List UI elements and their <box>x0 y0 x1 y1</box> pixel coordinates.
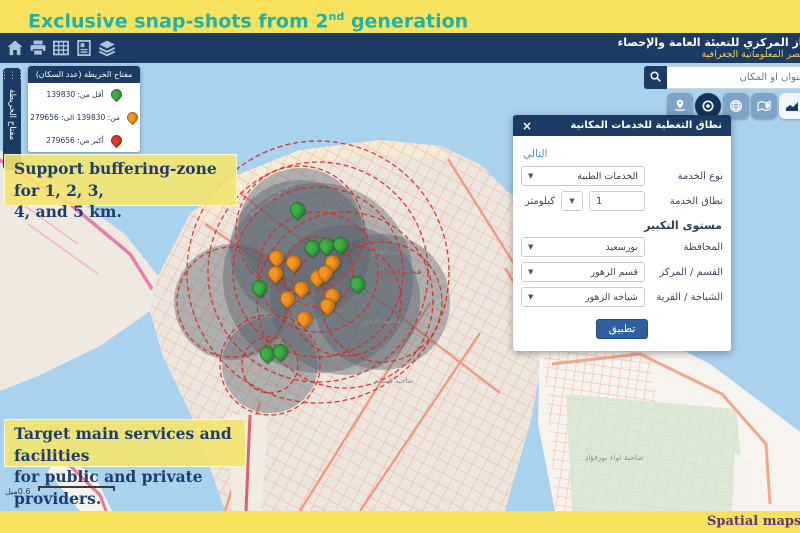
legend-panel: مفتاح الخريطة (عدد السكان) أقل من: 13983… <box>28 66 140 152</box>
statistics-chart-button[interactable] <box>779 93 800 119</box>
service-type-select[interactable]: الخدمات الطبية ▼ <box>521 166 645 186</box>
village-row: الشياخة / القرية شياخه الزهور ▼ <box>521 287 723 307</box>
village-value: شياخه الزهور <box>585 292 638 303</box>
service-type-row: نوع الخدمة الخدمات الطبية ▼ <box>521 166 723 186</box>
apply-button[interactable]: تطبيق <box>596 319 649 339</box>
legend-pin-icon <box>125 110 141 126</box>
legend-pin-icon <box>108 87 124 103</box>
search-bar <box>644 66 800 89</box>
service-range-row: نطاق الخدمة ▼ كيلومتر <box>521 191 723 211</box>
governorate-value: بورسعيد <box>605 242 638 253</box>
home-icon[interactable] <box>6 39 24 57</box>
coverage-dialog: نطاق التغطية للخدمات المكانية × التالي ن… <box>513 115 731 351</box>
district-select[interactable]: قسم الزهور ▼ <box>521 262 645 282</box>
zoom-level-section-label: مستوى التكبير <box>522 219 722 232</box>
district-label: القسم / المركز <box>651 267 723 278</box>
legend-side-tab-label: مفتاح الخريطة <box>7 89 17 140</box>
service-range-input[interactable] <box>589 191 645 211</box>
search-input[interactable] <box>667 66 800 89</box>
printer-icon[interactable] <box>29 39 47 57</box>
district-row: القسم / المركز قسم الزهور ▼ <box>521 262 723 282</box>
annotation-target: Target main services and facilities for … <box>4 419 246 467</box>
locate-on-map-button[interactable] <box>751 93 777 119</box>
service-type-value: الخدمات الطبية <box>577 171 638 182</box>
portal-name: بوابة مصر المعلوماتية الجغرافية <box>618 49 800 61</box>
annotation-buffering: Support buffering-zone for 1, 2, 3, 4, a… <box>4 154 237 206</box>
dialog-title: نطاق التغطية للخدمات المكانية <box>570 120 722 131</box>
agency-name: الجهاز المركزي للتعبئة العامة والإحصاء <box>618 36 800 49</box>
app-header: الجهاز المركزي للتعبئة العامة والإحصاء ب… <box>0 33 800 63</box>
banner-title-main: Exclusive snap-shots from 2 <box>28 10 329 32</box>
district-value: قسم الزهور <box>590 267 638 278</box>
agency-title: الجهاز المركزي للتعبئة العامة والإحصاء ب… <box>618 36 800 61</box>
drag-handle-icon: ⋮⋮⋮ <box>0 71 24 81</box>
search-button[interactable] <box>644 66 667 89</box>
top-banner: Exclusive snap-shots from 2nd generation <box>0 0 800 33</box>
legend-pin-icon <box>109 133 125 149</box>
chevron-down-icon: ▼ <box>528 172 533 180</box>
governorate-label: المحافظة <box>651 242 723 253</box>
service-range-stepper[interactable]: ▼ <box>561 191 583 211</box>
layers-icon[interactable] <box>98 39 116 57</box>
bottom-bar: Spatial maps of census 2017 <box>0 511 800 533</box>
village-select[interactable]: شياخه الزهور ▼ <box>521 287 645 307</box>
search-icon <box>649 68 662 87</box>
table-icon[interactable] <box>52 39 70 57</box>
chevron-down-icon: ▼ <box>528 293 533 301</box>
legend-title: مفتاح الخريطة (عدد السكان) <box>28 66 140 83</box>
legend-item: أكبر من: 279656 <box>28 129 140 152</box>
dialog-header: نطاق التغطية للخدمات المكانية × <box>513 115 731 136</box>
chevron-down-icon: ▼ <box>528 243 533 251</box>
legend-item: من: 139830 الى: 279656 <box>28 106 140 129</box>
app-window: Exclusive snap-shots from 2nd generation… <box>0 0 800 533</box>
service-range-label: نطاق الخدمة <box>651 196 723 207</box>
service-type-label: نوع الخدمة <box>651 171 723 182</box>
chevron-down-icon: ▼ <box>528 268 533 276</box>
chevron-down-icon: ▼ <box>569 197 574 205</box>
service-range-unit: كيلومتر <box>525 196 555 207</box>
report-icon[interactable] <box>75 39 93 57</box>
close-icon[interactable]: × <box>522 120 532 132</box>
legend-item-label: أقل من: 139830 <box>47 90 104 99</box>
banner-title-rest: generation <box>344 10 468 32</box>
dialog-body: التالي نوع الخدمة الخدمات الطبية ▼ نطاق … <box>513 136 731 351</box>
legend-item-label: من: 139830 الى: 279656 <box>30 113 120 122</box>
governorate-select[interactable]: بورسعيد ▼ <box>521 237 645 257</box>
legend-item: أقل من: 139830 <box>28 83 140 106</box>
village-label: الشياخة / القرية <box>651 292 723 303</box>
legend-items: أقل من: 139830 من: 139830 الى: 279656 أكبر… <box>28 83 140 152</box>
footer-caption: Spatial maps of census 2017 <box>707 511 800 533</box>
legend-item-label: أكبر من: 279656 <box>46 136 104 145</box>
toolbar <box>6 39 116 57</box>
governorate-row: المحافظة بورسعيد ▼ <box>521 237 723 257</box>
banner-title-sup: nd <box>329 10 345 23</box>
next-link[interactable]: التالي <box>523 148 547 160</box>
